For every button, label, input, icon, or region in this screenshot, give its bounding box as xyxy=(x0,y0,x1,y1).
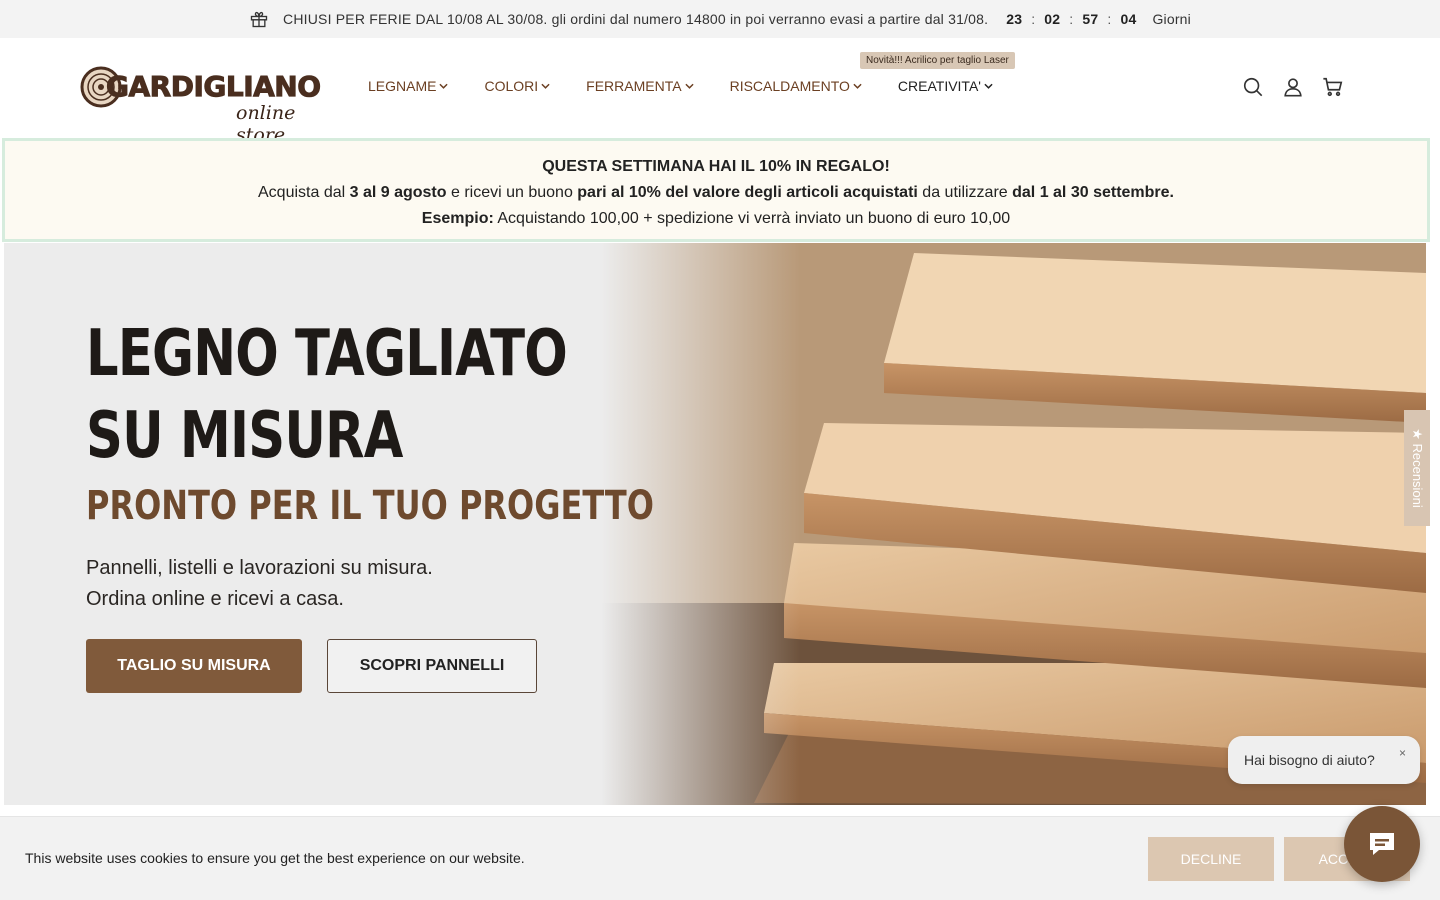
nav-item-riscaldamento[interactable]: RISCALDAMENTO xyxy=(730,78,862,94)
nav-item-label: CREATIVITA' xyxy=(897,78,981,94)
countdown-minutes: 02 xyxy=(1044,11,1061,27)
cookie-text: This website uses cookies to ensure you … xyxy=(25,850,525,866)
gift-icon xyxy=(250,11,268,28)
chevron-down-icon xyxy=(439,83,449,89)
promo-example-label: Esempio: xyxy=(421,210,494,227)
close-icon[interactable]: × xyxy=(1399,746,1406,760)
cart-icon[interactable] xyxy=(1322,76,1344,98)
hero-title-line: SU MISURA xyxy=(86,399,403,473)
promo-dates: 3 al 9 agosto xyxy=(349,184,447,201)
hero-description-line: Ordina online e ricevi a casa. xyxy=(86,588,344,610)
nav-item-label: RISCALDAMENTO xyxy=(729,78,850,94)
announcement-text: CHIUSI PER FERIE DAL 10/08 AL 30/08. gli… xyxy=(283,11,989,27)
hero-description-line: Pannelli, listelli e lavorazioni su misu… xyxy=(86,557,433,579)
promo-text: Acquista dal xyxy=(258,184,350,201)
promo-text: e ricevi un buono xyxy=(446,184,578,201)
countdown-days: 04 xyxy=(1120,11,1137,27)
nav-item-label: FERRAMENTA xyxy=(586,78,682,94)
header-actions xyxy=(1242,76,1344,98)
site-header: GARDIGLIANO online store Novità!!! Acril… xyxy=(0,38,1440,146)
countdown-separator: : xyxy=(1107,11,1112,27)
help-text: Hai bisogno di aiuto? xyxy=(1244,752,1375,768)
nav-item-label: COLORI xyxy=(484,78,539,94)
announcement-bar: CHIUSI PER FERIE DAL 10/08 AL 30/08. gli… xyxy=(0,0,1440,38)
chat-icon xyxy=(1370,833,1394,855)
main-nav: LEGNAME COLORI FERRAMENTA RISCALDAMENTO … xyxy=(368,78,993,94)
reviews-tab-label: ★ Recensioni xyxy=(1410,428,1425,508)
hero-description: Pannelli, listelli e lavorazioni su misu… xyxy=(86,553,433,615)
nav-item-ferramenta[interactable]: FERRAMENTA xyxy=(586,78,694,94)
countdown-seconds: 57 xyxy=(1082,11,1099,27)
promo-valid-period: dal 1 al 30 settembre. xyxy=(1012,184,1174,201)
promo-text: da utilizzare xyxy=(917,184,1013,201)
logo-wordmark: GARDIGLIANO xyxy=(106,70,322,104)
promo-example-text: Acquistando 100,00 + spedizione vi verrà… xyxy=(493,210,1011,227)
nav-novelty-badge: Novità!!! Acrilico per taglio Laser xyxy=(860,52,1015,69)
hero-banner: LEGNO TAGLIATO SU MISURA PRONTO PER IL T… xyxy=(4,243,1426,805)
weekly-promo-banner: QUESTA SETTIMANA HAI IL 10% IN REGALO! A… xyxy=(2,138,1430,242)
account-icon[interactable] xyxy=(1282,76,1304,98)
nav-item-colori[interactable]: COLORI xyxy=(484,78,550,94)
scopri-pannelli-button[interactable]: SCOPRI PANNELLI xyxy=(327,639,537,693)
promo-value: pari al 10% del valore degli articoli ac… xyxy=(577,184,918,201)
chevron-down-icon xyxy=(541,83,550,89)
chat-launcher-button[interactable] xyxy=(1344,806,1420,882)
site-logo[interactable]: GARDIGLIANO online store xyxy=(80,64,330,146)
chevron-down-icon xyxy=(984,83,993,89)
nav-item-creativita[interactable]: CREATIVITA' xyxy=(898,78,993,94)
hero-subtitle: PRONTO PER IL TUO PROGETTO xyxy=(86,483,654,529)
promo-title: QUESTA SETTIMANA HAI IL 10% IN REGALO! xyxy=(542,158,890,175)
chevron-down-icon xyxy=(853,83,862,89)
hero-title: LEGNO TAGLIATO SU MISURA xyxy=(86,313,568,477)
search-icon[interactable] xyxy=(1242,76,1264,98)
taglio-su-misura-button[interactable]: TAGLIO SU MISURA xyxy=(86,639,302,693)
countdown-separator: : xyxy=(1031,11,1036,27)
cookie-consent-bar: This website uses cookies to ensure you … xyxy=(0,816,1440,900)
nav-item-legname[interactable]: LEGNAME xyxy=(368,78,449,94)
chevron-down-icon xyxy=(684,83,694,89)
decline-button[interactable]: DECLINE xyxy=(1148,837,1274,881)
help-chat-bubble[interactable]: Hai bisogno di aiuto? × xyxy=(1228,736,1420,784)
reviews-side-tab[interactable]: ★ Recensioni xyxy=(1404,410,1430,526)
nav-item-label: LEGNAME xyxy=(368,78,437,94)
countdown-separator: : xyxy=(1069,11,1074,27)
countdown-timer: 23 : 02 : 57 : 04 xyxy=(1006,11,1136,27)
promo-line-example: Esempio: Acquistando 100,00 + spedizione… xyxy=(5,206,1427,232)
promo-line-details: Acquista dal 3 al 9 agosto e ricevi un b… xyxy=(5,180,1427,206)
hero-title-line: LEGNO TAGLIATO xyxy=(86,317,568,391)
countdown-hours: 23 xyxy=(1006,11,1023,27)
countdown-days-label: Giorni xyxy=(1152,11,1191,27)
